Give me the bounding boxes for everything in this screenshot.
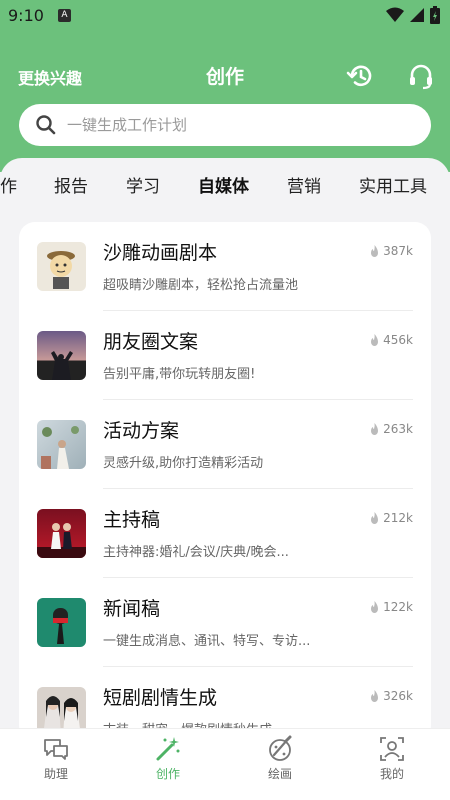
item-description: 一键生成消息、通讯、特写、专访... <box>103 634 311 649</box>
item-description: 灵感升级,助你打造精彩活动 <box>103 456 264 471</box>
list-item[interactable]: 主持稿 主持神器:婚礼/会议/庆典/晚会... 212k <box>19 489 431 578</box>
nav-label: 创作 <box>155 767 180 781</box>
list-item[interactable]: 沙雕动画剧本 超吸睛沙雕剧本，轻松抢占流量池 387k <box>19 222 431 311</box>
item-description: 主持神器:婚礼/会议/庆典/晚会... <box>103 545 289 560</box>
search-bar[interactable] <box>19 104 431 146</box>
flame-icon <box>371 600 379 613</box>
item-title: 主持稿 <box>103 509 161 531</box>
category-tabs: 作 报告 学习 自媒体 营销 实用工具 <box>0 172 450 212</box>
search-input[interactable] <box>67 104 407 146</box>
flame-icon <box>371 689 379 702</box>
tab-marketing[interactable]: 营销 <box>287 172 321 197</box>
page-title: 创作 <box>205 66 244 88</box>
item-count: 122k <box>383 600 413 614</box>
flame-icon <box>371 422 379 435</box>
magic-wand-icon <box>156 737 180 761</box>
status-time: 9:10 <box>8 6 44 25</box>
app-header: 更换兴趣 创作 <box>0 32 450 172</box>
tab-self-media[interactable]: 自媒体 <box>198 172 249 197</box>
nav-assistant[interactable]: 助理 <box>0 729 112 800</box>
nav-label: 绘画 <box>267 767 292 781</box>
thumbnail-sunset <box>37 331 86 380</box>
flame-icon <box>371 244 379 257</box>
tab-tools[interactable]: 实用工具 <box>359 172 427 197</box>
list-item[interactable]: 活动方案 灵感升级,助你打造精彩活动 263k <box>19 400 431 489</box>
thumbnail-event <box>37 420 86 469</box>
thumbnail-microphone <box>37 598 86 647</box>
nav-profile[interactable]: 我的 <box>336 729 448 800</box>
status-bar: 9:10 A <box>0 0 450 32</box>
item-title: 短剧剧情生成 <box>103 687 218 709</box>
nav-label: 我的 <box>379 767 404 781</box>
item-title: 新闻稿 <box>103 598 161 620</box>
tab-report[interactable]: 报告 <box>54 172 88 197</box>
profile-icon <box>380 737 404 761</box>
flame-icon <box>371 511 379 524</box>
nav-label: 助理 <box>43 767 68 781</box>
tab-partial[interactable]: 作 <box>0 172 17 197</box>
nav-create[interactable]: 创作 <box>112 729 224 800</box>
item-count: 326k <box>383 689 413 703</box>
item-count: 263k <box>383 422 413 436</box>
search-icon <box>36 115 56 135</box>
headset-icon[interactable] <box>407 62 435 90</box>
content-panel: 作 报告 学习 自媒体 营销 实用工具 沙雕动画剧本 超吸睛沙雕剧本，轻松抢占流… <box>0 158 450 742</box>
item-description: 超吸睛沙雕剧本，轻松抢占流量池 <box>103 278 299 293</box>
item-title: 活动方案 <box>103 420 180 442</box>
item-count: 456k <box>383 333 413 347</box>
paint-icon <box>269 735 292 761</box>
thumbnail-meme <box>37 242 86 291</box>
item-count: 212k <box>383 511 413 525</box>
flame-icon <box>371 333 379 346</box>
item-description: 告别平庸,带你玩转朋友圈! <box>103 367 256 382</box>
list-item[interactable]: 朋友圈文案 告别平庸,带你玩转朋友圈! 456k <box>19 311 431 400</box>
bottom-nav: 助理 创作 绘画 我的 <box>0 728 450 800</box>
list-item[interactable]: 新闻稿 一键生成消息、通讯、特写、专访... 122k <box>19 578 431 667</box>
thumbnail-host <box>37 509 86 558</box>
item-title: 朋友圈文案 <box>103 331 199 353</box>
signal-icon <box>410 8 424 22</box>
nav-paint[interactable]: 绘画 <box>224 729 336 800</box>
item-title: 沙雕动画剧本 <box>103 242 218 264</box>
item-count: 387k <box>383 244 413 258</box>
chat-icon <box>44 739 68 760</box>
tab-study[interactable]: 学习 <box>126 172 160 197</box>
notification-badge: A <box>58 9 71 22</box>
battery-icon <box>430 6 440 24</box>
wifi-icon <box>386 7 404 22</box>
template-list: 沙雕动画剧本 超吸睛沙雕剧本，轻松抢占流量池 387k 朋友圈文案 告别平庸,带… <box>19 222 431 742</box>
history-icon[interactable] <box>346 62 374 90</box>
